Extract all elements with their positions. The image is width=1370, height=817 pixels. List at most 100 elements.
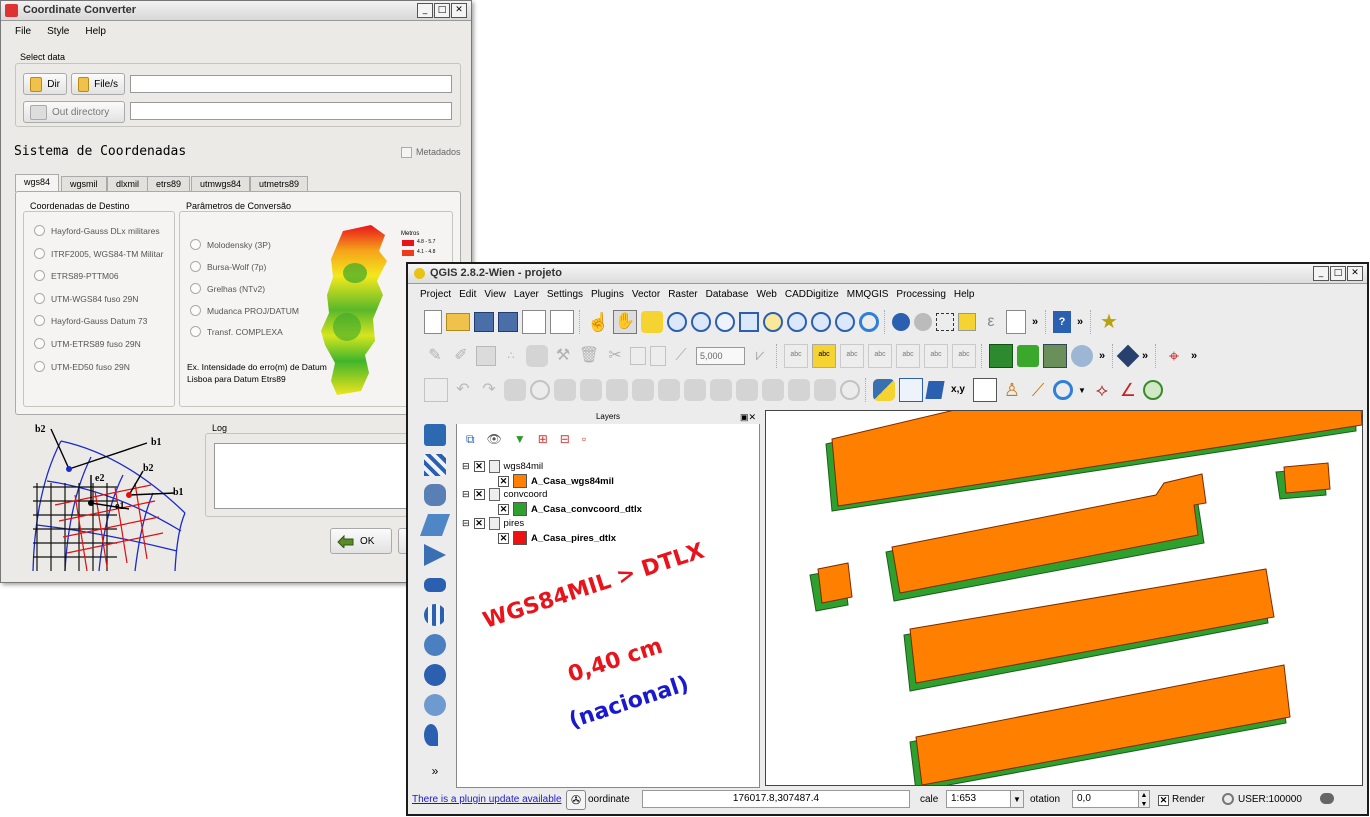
layer-row[interactable]: ✕ A_Casa_pires_dtlx (498, 531, 616, 545)
layer-visibility-checkbox[interactable]: ✕ (498, 532, 509, 544)
move-feature-icon[interactable] (526, 345, 548, 367)
collapse-toggle-icon[interactable]: ⊟ (462, 461, 470, 472)
menu-project[interactable]: Project (420, 289, 459, 300)
conversao-option[interactable]: Transf. COMPLEXA (190, 326, 283, 337)
rotate-tool-icon[interactable] (1053, 380, 1073, 400)
merge-features-icon[interactable] (762, 379, 784, 401)
ok-button[interactable]: OK (330, 528, 392, 554)
cad-digitize-icon[interactable] (424, 378, 448, 402)
deselect-icon[interactable] (958, 313, 976, 331)
crs-label[interactable]: USER:100000 (1238, 794, 1302, 805)
circular-string-icon[interactable] (840, 380, 860, 400)
simplify-feature-icon[interactable] (504, 379, 526, 401)
rotation-stepper-icon[interactable]: ▲ ▼ (1138, 790, 1150, 808)
panel-float-close-icon[interactable]: ▣✕ (740, 410, 756, 424)
gps-tools-icon[interactable] (1071, 345, 1093, 367)
add-spatialite-layer-icon[interactable] (419, 514, 451, 536)
toolbar-more-icon[interactable]: » (1138, 350, 1152, 362)
refresh-icon[interactable] (859, 312, 879, 332)
pan-to-selection-icon[interactable] (641, 311, 663, 333)
pan-map-icon[interactable]: ✋ (613, 310, 637, 334)
delete-part-icon[interactable] (632, 379, 654, 401)
menu-processing[interactable]: Processing (896, 289, 953, 300)
destino-option[interactable]: UTM-ED50 fuso 29N (34, 361, 130, 372)
zoom-in-icon[interactable] (667, 312, 687, 332)
layer-row[interactable]: ✕ A_Casa_convcoord_dtlx (498, 502, 642, 516)
identify-icon[interactable] (892, 313, 910, 331)
toolbar-more-icon[interactable]: » (1187, 350, 1201, 362)
tab-wgs84[interactable]: wgs84 (15, 174, 60, 192)
select-features-icon[interactable] (936, 313, 954, 331)
node-tool-icon[interactable]: ⚒ (552, 345, 574, 367)
layer-visibility-checkbox[interactable]: ✕ (498, 475, 509, 487)
layer-visibility-checkbox[interactable]: ✕ (473, 518, 485, 529)
collapse-toggle-icon[interactable]: ⊟ (462, 489, 470, 500)
merge-attributes-icon[interactable] (788, 379, 810, 401)
menu-file[interactable]: File (15, 26, 31, 37)
menu-vector[interactable]: Vector (632, 289, 668, 300)
raster-terrain-icon[interactable] (1043, 344, 1067, 368)
expand-toolbar-icon[interactable]: » (424, 760, 446, 782)
close-button[interactable]: ✕ (1347, 266, 1363, 281)
toggle-extents-icon[interactable]: ✇ (566, 790, 586, 810)
reshape-features-icon[interactable] (658, 379, 680, 401)
map-canvas[interactable] (765, 410, 1363, 786)
metadados-checkbox[interactable] (401, 147, 412, 158)
menu-plugins[interactable]: Plugins (591, 289, 632, 300)
change-label-icon[interactable]: abc (952, 344, 976, 368)
menu-mmqgis[interactable]: MMQGIS (847, 289, 897, 300)
zoom-to-layer-icon[interactable] (787, 312, 807, 332)
menu-help[interactable]: Help (85, 26, 106, 37)
zoom-to-point-icon[interactable] (1143, 380, 1163, 400)
visibility-eye-icon[interactable]: 👁 (487, 432, 502, 447)
zoom-next-icon[interactable] (835, 312, 855, 332)
add-oracle-layer-icon[interactable] (424, 578, 446, 592)
azimuth-icon[interactable]: ⟡ (1091, 379, 1113, 401)
layer-visibility-checkbox[interactable]: ✕ (473, 461, 485, 472)
angle-tool-icon[interactable]: ∠ (1117, 379, 1139, 401)
add-wfs-layer-icon[interactable] (424, 664, 446, 686)
collapse-toggle-icon[interactable]: ⊟ (462, 518, 470, 529)
menu-web[interactable]: Web (756, 289, 784, 300)
add-ring-icon[interactable] (530, 380, 550, 400)
rotate-label-icon[interactable]: abc (924, 344, 948, 368)
layer-row[interactable]: ✕ A_Casa_wgs84mil (498, 474, 614, 488)
delete-ring-icon[interactable] (606, 379, 628, 401)
menu-view[interactable]: View (484, 289, 514, 300)
pin-labels-icon[interactable]: abc (840, 344, 864, 368)
open-project-icon[interactable] (446, 313, 470, 331)
layer-group-row[interactable]: ⊟ ✕ pires (462, 517, 524, 530)
new-project-icon[interactable] (424, 310, 442, 334)
split-parts-icon[interactable] (736, 379, 758, 401)
toggle-editing-icon[interactable]: ✐ (450, 345, 472, 367)
destino-option[interactable]: ITRF2005, WGS84-TM Militar (34, 248, 163, 259)
touch-zoom-icon[interactable]: ☝ (587, 311, 609, 333)
minimize-button[interactable]: _ (1313, 266, 1329, 281)
add-mssql-layer-icon[interactable] (424, 544, 446, 566)
conversao-option[interactable]: Molodensky (3P) (190, 239, 271, 250)
crs-globe-icon[interactable] (1222, 793, 1234, 805)
redo-icon[interactable]: ↷ (478, 379, 500, 401)
snap-tool-icon[interactable]: ⩗ (749, 345, 771, 367)
out-directory-input[interactable] (130, 102, 452, 120)
offset-curve-icon[interactable] (684, 379, 706, 401)
star-plugin-icon[interactable]: ★ (1098, 311, 1120, 333)
layer-visibility-checkbox[interactable]: ✕ (473, 489, 485, 500)
messages-icon[interactable] (1320, 793, 1334, 804)
layer-group-row[interactable]: ⊟ ✕ wgs84mil (462, 460, 543, 473)
destino-option[interactable]: UTM-WGS84 fuso 29N (34, 293, 138, 304)
attribute-table-icon[interactable] (1006, 310, 1026, 334)
expand-all-icon[interactable]: ⊞ (538, 432, 548, 447)
render-checkbox[interactable]: ✕ (1158, 795, 1169, 806)
crosshair-icon[interactable]: ⌖ (1163, 345, 1185, 367)
tab-utmwgs84[interactable]: utmwgs84 (191, 176, 251, 192)
menu-layer[interactable]: Layer (514, 289, 547, 300)
move-label-icon[interactable]: abc (896, 344, 920, 368)
snapping-icon[interactable]: ⟋ (670, 345, 692, 367)
plugin-update-link[interactable]: There is a plugin update available (412, 794, 562, 805)
toolbar-more-icon[interactable]: » (1073, 316, 1087, 328)
menu-database[interactable]: Database (706, 289, 757, 300)
conversao-option[interactable]: Grelhas (NTv2) (190, 283, 265, 294)
zoom-actual-size-icon[interactable] (715, 312, 735, 332)
conversao-option[interactable]: Mudanca PROJ/DATUM (190, 305, 299, 316)
